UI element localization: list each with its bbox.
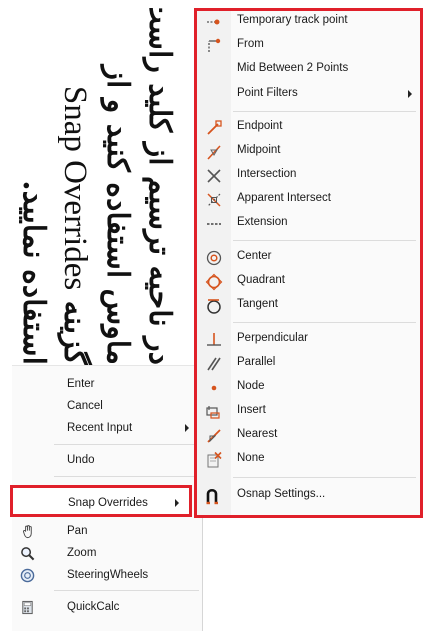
submenu-item-label: Center [237,250,272,262]
submenu-arrow-icon [185,424,189,432]
menu-item-enter[interactable]: Enter [12,374,202,396]
tangent-icon [207,299,221,314]
submenu-item-label: Tangent [237,298,278,310]
menu-item-label: Undo [67,454,95,466]
midpoint-icon [207,145,221,160]
osnap-settings-icon [206,488,218,505]
menu-item-quickcalc[interactable]: QuickCalc [12,597,202,619]
submenu-arrow-icon [408,90,412,98]
submenu-item-center[interactable]: Center [197,247,420,269]
submenu-item-midpoint[interactable]: Midpoint [197,141,420,163]
submenu-item-label: None [237,452,265,464]
menu-separator [54,476,199,477]
nearest-icon [207,429,221,443]
submenu-arrow-icon [175,499,179,507]
temporary-track-point-icon [207,19,220,25]
submenu-item-mid-between-2-points[interactable]: Mid Between 2 Points [197,59,420,81]
submenu-item-tangent[interactable]: Tangent [197,295,420,317]
submenu-item-osnap-settings[interactable]: Osnap Settings... [197,485,420,507]
calculator-icon [22,600,33,615]
menu-item-label: Snap Overrides [68,497,148,509]
submenu-item-label: Midpoint [237,144,281,156]
submenu-item-label: Mid Between 2 Points [237,62,349,74]
quadrant-icon [205,273,223,291]
menu-item-snap-overrides[interactable]: Snap Overrides [10,485,192,517]
submenu-item-extension[interactable]: Extension [197,213,420,235]
snap-overrides-row: Snap Overrides [15,493,205,515]
menu-item-cancel[interactable]: Cancel [12,396,202,418]
endpoint-icon [207,120,222,135]
snap-overrides-submenu: Temporary track point From Mid Between 2… [194,8,423,518]
caption-line-1: در ناحیه ترسیم از کلید راست [142,8,177,365]
menu-separator [54,590,199,591]
instruction-caption: در ناحیه ترسیم از کلید راست ماوس استفاده… [10,8,180,365]
submenu-item-intersection[interactable]: Intersection [197,165,420,187]
menu-item-label: Cancel [67,400,103,412]
submenu-item-from[interactable]: From [197,35,420,57]
center-icon [206,250,222,266]
submenu-item-label: Node [237,380,265,392]
submenu-item-label: Apparent Intersect [237,192,331,204]
menu-item-label: Zoom [67,547,97,559]
submenu-item-apparent-intersect[interactable]: Apparent Intersect [197,189,420,211]
menu-item-label: Enter [67,378,95,390]
none-icon [207,451,222,468]
submenu-item-nearest[interactable]: Nearest [197,425,420,447]
parallel-icon [207,357,221,371]
submenu-item-label: Point Filters [237,87,298,99]
menu-item-zoom[interactable]: Zoom [12,543,202,565]
submenu-separator [233,240,416,241]
intersection-icon [207,169,221,183]
pan-hand-icon [23,525,32,539]
submenu-separator [233,111,416,112]
submenu-item-label: Endpoint [237,120,283,132]
submenu-item-label: Parallel [237,356,276,368]
from-icon [208,38,221,52]
menu-item-pan[interactable]: Pan [12,521,202,543]
instruction-caption-wrap: در ناحیه ترسیم از کلید راست ماوس استفاده… [10,8,180,365]
submenu-item-label: Temporary track point [237,14,348,26]
submenu-item-endpoint[interactable]: Endpoint [197,117,420,139]
caption-line-4: استفاده نمایید. [16,180,51,365]
menu-item-recent-input[interactable]: Recent Input [12,418,202,440]
submenu-item-quadrant[interactable]: Quadrant [197,271,420,293]
insert-icon [206,406,220,419]
perpendicular-icon [207,333,221,346]
caption-line-2: ماوس استفاده کنید و از [100,65,135,365]
submenu-separator [233,477,416,478]
submenu-item-point-filters[interactable]: Point Filters [197,84,420,106]
submenu-item-label: Quadrant [237,274,285,286]
submenu-item-label: From [237,38,264,50]
zoom-magnifier-icon [21,547,35,561]
menu-separator [54,444,199,445]
submenu-item-label: Nearest [237,428,278,440]
node-icon [211,385,217,391]
submenu-item-label: Perpendicular [237,332,308,344]
submenu-item-label: Extension [237,216,288,228]
menu-item-steeringwheels[interactable]: SteeringWheels [12,565,202,587]
submenu-item-parallel[interactable]: Parallel [197,353,420,375]
submenu-item-none[interactable]: None [197,449,420,471]
submenu-item-perpendicular[interactable]: Perpendicular [197,329,420,351]
menu-item-label: Pan [67,525,88,537]
menu-item-undo[interactable]: Undo [12,450,202,472]
apparent-intersect-icon [207,193,221,207]
submenu-separator [233,322,416,323]
submenu-item-label: Osnap Settings... [237,488,326,500]
caption-line-3: گزینه Snap Overrides [54,8,96,365]
extension-icon [207,223,221,225]
submenu-item-node[interactable]: Node [197,377,420,399]
menu-item-label: SteeringWheels [67,569,149,581]
menu-item-label: Recent Input [67,422,133,434]
submenu-item-label: Intersection [237,168,297,180]
submenu-item-temporary-track-point[interactable]: Temporary track point [197,11,420,33]
submenu-item-label: Insert [237,404,266,416]
caption-snap-overrides: Snap Overrides [57,85,93,291]
menu-item-label: QuickCalc [67,601,120,613]
caption-line-3-word: گزینه [57,300,92,365]
submenu-item-insert[interactable]: Insert [197,401,420,423]
steering-wheel-icon [20,568,35,583]
